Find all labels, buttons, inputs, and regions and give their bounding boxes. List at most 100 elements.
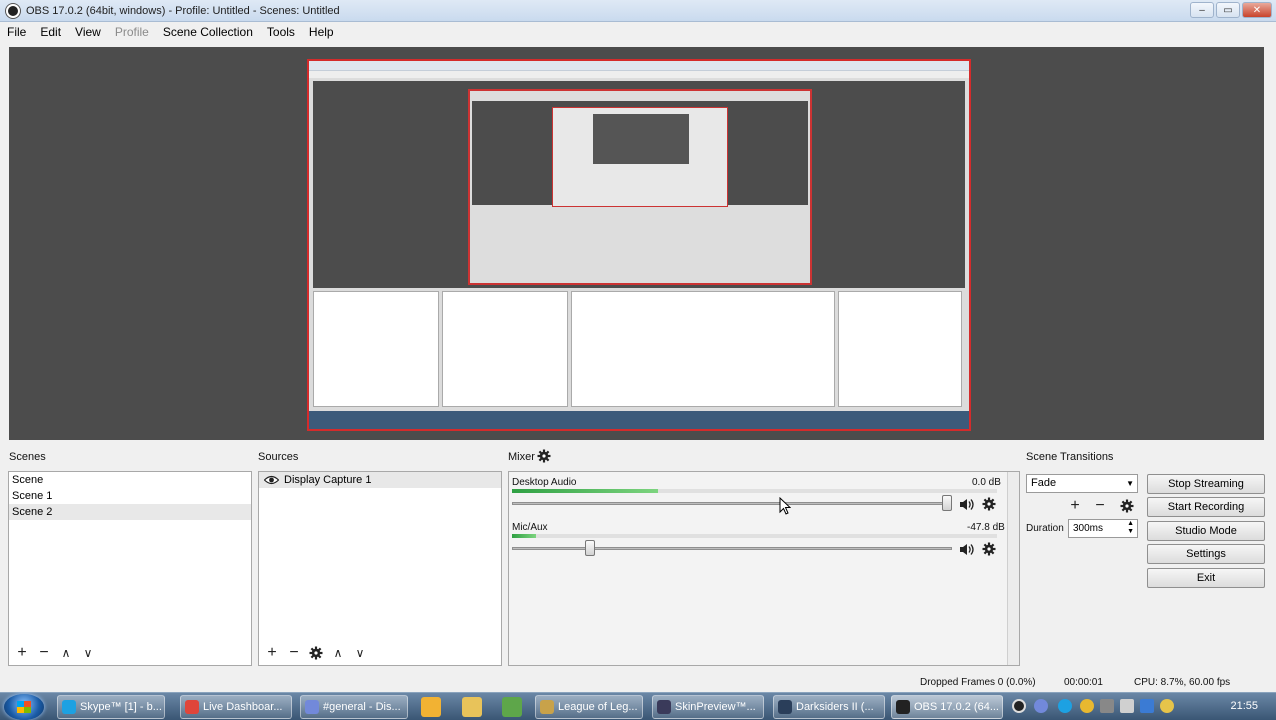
stop-streaming-button[interactable]: Stop Streaming bbox=[1147, 474, 1265, 494]
minimize-button[interactable]: – bbox=[1190, 2, 1214, 18]
track-name: Mic/Aux bbox=[512, 522, 548, 533]
taskbar-item[interactable]: SkinPreview™... bbox=[652, 695, 764, 719]
scene-transitions-label: Scene Transitions bbox=[1026, 451, 1114, 463]
volume-meter-fill bbox=[512, 534, 536, 538]
remove-source-button[interactable]: − bbox=[285, 644, 303, 662]
menu-edit[interactable]: Edit bbox=[33, 25, 68, 39]
studio-mode-button[interactable]: Studio Mode bbox=[1147, 521, 1265, 541]
app-tray-icon[interactable] bbox=[1080, 699, 1094, 713]
menu-tools[interactable]: Tools bbox=[260, 25, 302, 39]
transition-properties-gear-icon[interactable] bbox=[1119, 498, 1135, 514]
duration-spinbox[interactable]: 300ms ▲ ▼ bbox=[1068, 519, 1138, 538]
recursive-preview bbox=[472, 101, 808, 207]
obs-tray-icon[interactable] bbox=[1012, 699, 1026, 713]
maximize-button[interactable]: ▭ bbox=[1216, 2, 1240, 18]
scenes-toolbar: + − ∧ ∨ bbox=[13, 644, 97, 662]
title-bar: OBS 17.0.2 (64bit, windows) - Profile: U… bbox=[0, 0, 1276, 22]
flag-icon[interactable] bbox=[1100, 699, 1114, 713]
volume-slider[interactable] bbox=[512, 547, 952, 550]
mixer-label: Mixer bbox=[508, 451, 535, 463]
move-source-down-button[interactable]: ∨ bbox=[351, 644, 369, 662]
add-transition-button[interactable]: + bbox=[1066, 497, 1084, 515]
taskbar-item[interactable]: Live Dashboar... bbox=[180, 695, 292, 719]
volume-slider[interactable] bbox=[512, 502, 952, 505]
move-scene-up-button[interactable]: ∧ bbox=[57, 644, 75, 662]
menu-file[interactable]: File bbox=[0, 25, 33, 39]
settings-button[interactable]: Settings bbox=[1147, 544, 1265, 564]
add-scene-button[interactable]: + bbox=[13, 644, 31, 662]
spin-arrows-icon[interactable]: ▲ ▼ bbox=[1127, 520, 1134, 536]
captured-title-bar bbox=[309, 61, 969, 71]
captured-preview bbox=[313, 81, 965, 288]
scene-item[interactable]: Scene 1 bbox=[9, 488, 251, 504]
scene-item[interactable]: Scene bbox=[9, 472, 251, 488]
chevron-down-icon: ▼ bbox=[1126, 479, 1134, 488]
folder-icon[interactable] bbox=[462, 697, 482, 717]
exit-button[interactable]: Exit bbox=[1147, 568, 1265, 588]
volume-slider-handle[interactable] bbox=[942, 495, 952, 511]
sources-label: Sources bbox=[258, 451, 299, 463]
menu-profile[interactable]: Profile bbox=[108, 25, 156, 39]
add-source-button[interactable]: + bbox=[263, 644, 281, 662]
menu-view[interactable]: View bbox=[68, 25, 108, 39]
menu-help[interactable]: Help bbox=[302, 25, 341, 39]
taskbar-item[interactable]: Skype™ [1] - b... bbox=[57, 695, 165, 719]
move-source-up-button[interactable]: ∧ bbox=[329, 644, 347, 662]
skype-tray-icon[interactable] bbox=[1058, 699, 1072, 713]
captured-menu-bar bbox=[309, 71, 969, 79]
mixer-scrollbar[interactable] bbox=[1007, 472, 1019, 665]
taskbar-item[interactable]: League of Leg... bbox=[535, 695, 643, 719]
remove-transition-button[interactable]: − bbox=[1091, 497, 1109, 515]
source-item[interactable]: Display Capture 1 bbox=[259, 472, 501, 488]
source-name: Display Capture 1 bbox=[284, 474, 372, 486]
track-db: -47.8 dB bbox=[967, 522, 1005, 533]
source-properties-gear-icon[interactable] bbox=[307, 644, 325, 662]
move-scene-down-button[interactable]: ∨ bbox=[79, 644, 97, 662]
recursive-capture-inner bbox=[552, 107, 728, 207]
speaker-tray-icon[interactable] bbox=[1120, 699, 1134, 713]
stream-time: 00:00:01 bbox=[1064, 677, 1103, 688]
close-button[interactable]: ✕ bbox=[1242, 2, 1272, 18]
volume-meter-fill bbox=[512, 489, 658, 493]
obs-icon bbox=[6, 3, 20, 18]
mouse-cursor-icon bbox=[779, 497, 791, 515]
speaker-icon[interactable] bbox=[958, 541, 974, 557]
track-db: 0.0 dB bbox=[972, 477, 1001, 488]
taskbar-item-active[interactable]: OBS 17.0.2 (64... bbox=[891, 695, 1003, 719]
start-button[interactable] bbox=[4, 694, 44, 720]
eye-icon[interactable] bbox=[264, 475, 279, 485]
speaker-icon[interactable] bbox=[958, 496, 974, 512]
volume-slider-handle[interactable] bbox=[585, 540, 595, 556]
obs-icon bbox=[896, 700, 910, 714]
scenes-label: Scenes bbox=[9, 451, 46, 463]
recursive-preview-inner bbox=[593, 114, 689, 164]
display-capture-preview[interactable] bbox=[307, 59, 971, 431]
taskbar-item[interactable]: Darksiders II (... bbox=[773, 695, 885, 719]
explorer-icon[interactable] bbox=[421, 697, 441, 717]
volume-meter bbox=[512, 489, 997, 493]
transition-select[interactable]: Fade ▼ bbox=[1026, 474, 1138, 493]
chrome-icon bbox=[185, 700, 199, 714]
mixer-settings-gear-icon[interactable] bbox=[536, 448, 552, 464]
remove-scene-button[interactable]: − bbox=[35, 644, 53, 662]
taskbar-item[interactable]: #general - Dis... bbox=[300, 695, 408, 719]
network-icon[interactable] bbox=[1140, 699, 1154, 713]
start-recording-button[interactable]: Start Recording bbox=[1147, 497, 1265, 517]
menu-scene-collection[interactable]: Scene Collection bbox=[156, 25, 260, 39]
cpu-fps: CPU: 8.7%, 60.00 fps bbox=[1134, 677, 1231, 688]
duration-label: Duration bbox=[1026, 523, 1064, 534]
track-gear-icon[interactable] bbox=[981, 541, 997, 557]
scene-item-selected[interactable]: Scene 2 bbox=[9, 504, 251, 520]
menu-bar: File Edit View Profile Scene Collection … bbox=[0, 22, 1276, 41]
discord-tray-icon[interactable] bbox=[1034, 699, 1048, 713]
preview-canvas[interactable] bbox=[9, 47, 1264, 440]
track-gear-icon[interactable] bbox=[981, 496, 997, 512]
notification-icon[interactable] bbox=[1160, 699, 1174, 713]
volume-meter bbox=[512, 534, 997, 538]
app-icon[interactable] bbox=[502, 697, 522, 717]
scenes-panel: Scene Scene 1 Scene 2 + − ∧ ∨ bbox=[8, 471, 252, 666]
discord-icon bbox=[305, 700, 319, 714]
league-icon bbox=[540, 700, 554, 714]
sources-panel: Display Capture 1 + − ∧ ∨ bbox=[258, 471, 502, 666]
sources-toolbar: + − ∧ ∨ bbox=[263, 644, 369, 662]
